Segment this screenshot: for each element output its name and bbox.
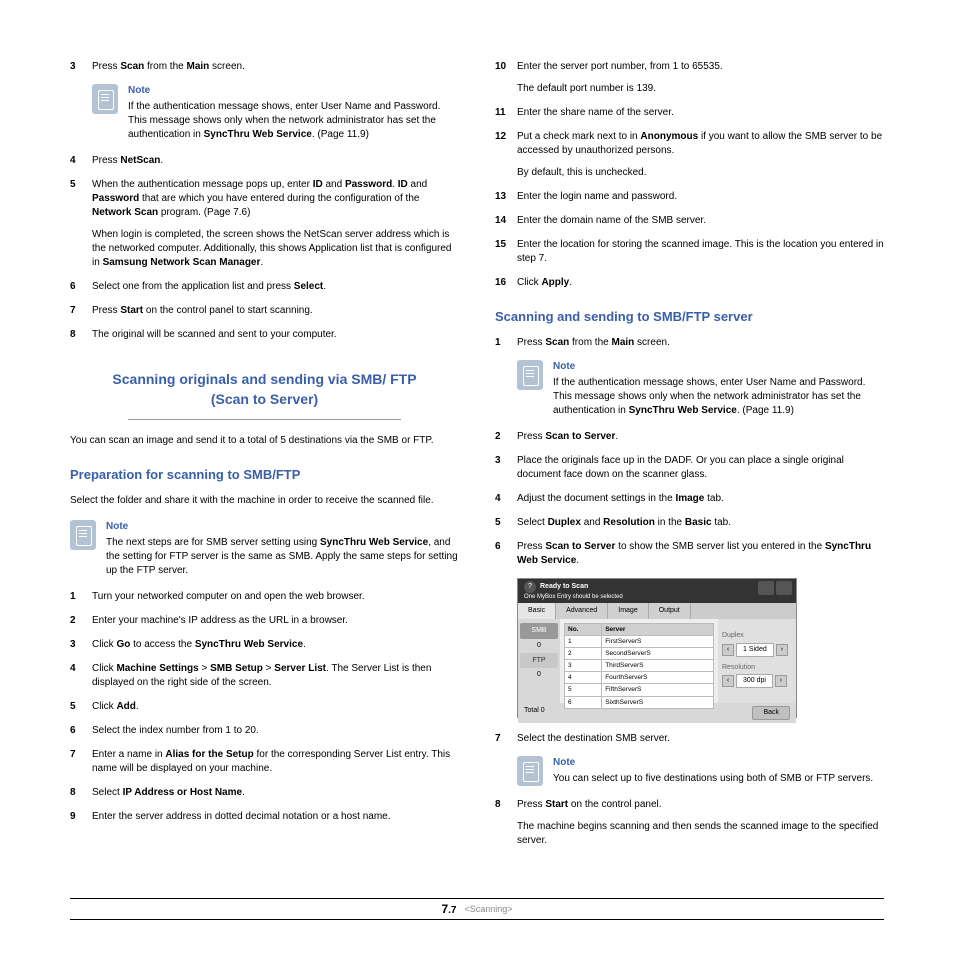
note-icon [92, 84, 118, 114]
prep-16: 16Click Apply. [495, 276, 884, 290]
prep-1: 1Turn your networked computer on and ope… [70, 590, 459, 604]
step-5: 5 When the authentication message pops u… [70, 178, 459, 270]
step-3: 3 Press Scan from the Main screen. [70, 60, 459, 74]
page-columns: 3 Press Scan from the Main screen. Note … [70, 60, 884, 858]
step-8: 8The original will be scanned and sent t… [70, 328, 459, 342]
intro-prep: Select the folder and share it with the … [70, 494, 459, 508]
server-table: No.Server 1FirstServerS 2SecondServerS 3… [564, 623, 714, 709]
prep-4: 4Click Machine Settings > SMB Setup > Se… [70, 662, 459, 690]
note-smb-steps: Note The next steps are for SMB server s… [70, 520, 459, 578]
note-auth-2: Note If the authentication message shows… [517, 360, 884, 418]
intro-smb-ftp: You can scan an image and send it to a t… [70, 434, 459, 448]
prep-5: 5Click Add. [70, 700, 459, 714]
scan-5: 5Select Duplex and Resolution in the Bas… [495, 516, 884, 530]
scan-4: 4Adjust the document settings in the Ima… [495, 492, 884, 506]
page-footer: 7.7 <Scanning> [70, 898, 884, 920]
scan-2: 2Press Scan to Server. [495, 430, 884, 444]
prep-8: 8Select IP Address or Host Name. [70, 786, 459, 800]
scan-3: 3Place the originals face up in the DADF… [495, 454, 884, 482]
subtitle-preparation: Preparation for scanning to SMB/FTP [70, 466, 459, 484]
note-icon [70, 520, 96, 550]
section-title-scan-server: Scanning originals and sending via SMB/ … [70, 370, 459, 415]
prep-6: 6Select the index number from 1 to 20. [70, 724, 459, 738]
step-4: 4 Press NetScan. [70, 154, 459, 168]
prep-14: 14Enter the domain name of the SMB serve… [495, 214, 884, 228]
prep-7: 7Enter a name in Alias for the Setup for… [70, 748, 459, 776]
note-five-dest: Note You can select up to five destinati… [517, 756, 884, 786]
left-column: 3 Press Scan from the Main screen. Note … [70, 60, 459, 858]
prep-3: 3Click Go to access the SyncThru Web Ser… [70, 638, 459, 652]
prep-9: 9Enter the server address in dotted deci… [70, 810, 459, 824]
prep-12: 12Put a check mark next to in Anonymous … [495, 130, 884, 180]
note-icon [517, 360, 543, 390]
device-screenshot: ?Ready to Scan One MyBox Entry should be… [517, 578, 797, 718]
right-column: 10Enter the server port number, from 1 t… [495, 60, 884, 858]
subtitle-scan-send: Scanning and sending to SMB/FTP server [495, 308, 884, 326]
step-7: 7Press Start on the control panel to sta… [70, 304, 459, 318]
prep-13: 13Enter the login name and password. [495, 190, 884, 204]
scan-7: 7Select the destination SMB server. [495, 732, 884, 746]
scan-6: 6Press Scan to Server to show the SMB se… [495, 540, 884, 568]
note-auth-1: Note If the authentication message shows… [92, 84, 459, 142]
prep-11: 11Enter the share name of the server. [495, 106, 884, 120]
prep-10: 10Enter the server port number, from 1 t… [495, 60, 884, 96]
prep-2: 2Enter your machine's IP address as the … [70, 614, 459, 628]
note-title: Note [128, 84, 459, 98]
note-icon [517, 756, 543, 786]
step-6: 6Select one from the application list an… [70, 280, 459, 294]
prep-15: 15Enter the location for storing the sca… [495, 238, 884, 266]
scan-1: 1Press Scan from the Main screen. [495, 336, 884, 350]
scan-8: 8Press Start on the control panel.The ma… [495, 798, 884, 848]
